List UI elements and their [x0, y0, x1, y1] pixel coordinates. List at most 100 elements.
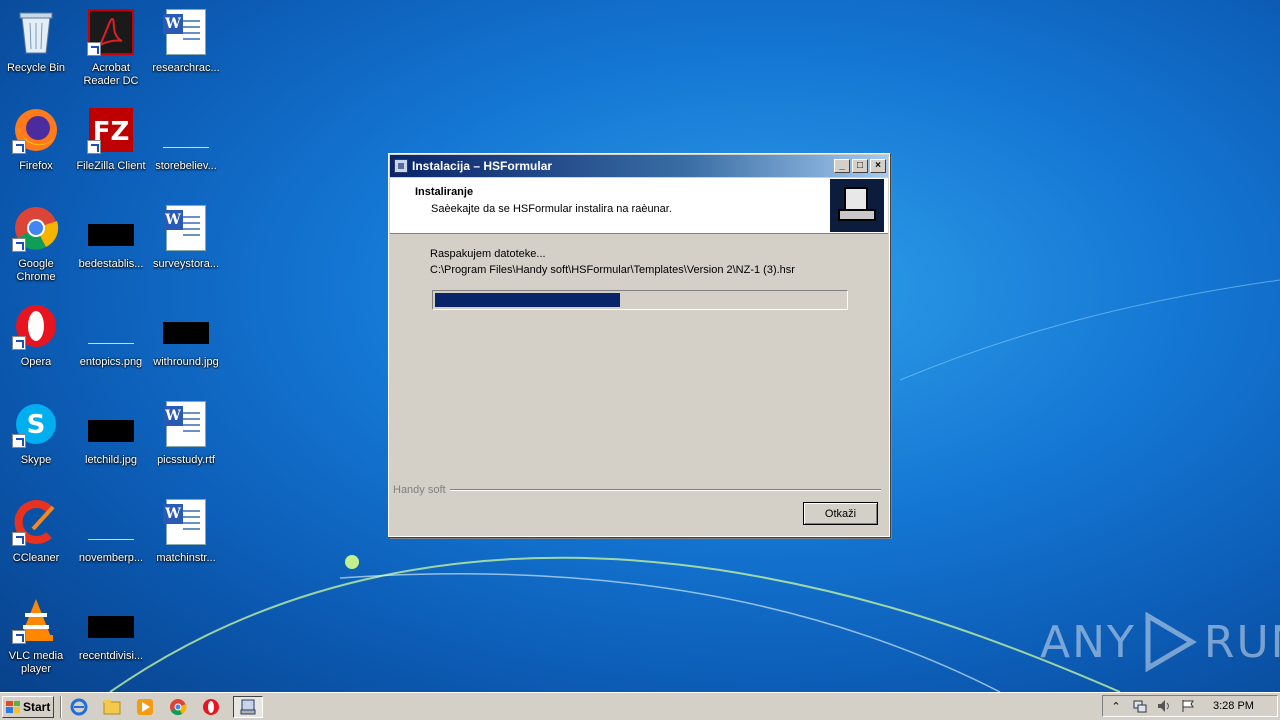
- desktop-icon-filezilla[interactable]: FZ FileZilla Client: [73, 100, 149, 190]
- chrome-icon: [170, 698, 187, 715]
- opera-icon: [203, 698, 219, 715]
- installer-computer-icon: [830, 179, 884, 232]
- shortcut-arrow-icon: [12, 434, 26, 448]
- desktop-icon-label: entopics.png: [79, 356, 143, 368]
- desktop-icon-label: bedestablis...: [78, 258, 144, 270]
- anyrun-watermark: ANY RUN: [1040, 612, 1280, 672]
- desktop-icon-recycle-bin[interactable]: Recycle Bin: [0, 2, 74, 92]
- desktop-icon-label: novemberp...: [78, 552, 144, 564]
- status-text: Raspakujem datoteke...: [430, 248, 546, 260]
- word-doc-icon: W: [162, 400, 210, 448]
- image-thumb-icon: [87, 400, 135, 448]
- quicklaunch-ie[interactable]: [68, 696, 90, 718]
- skype-icon: S: [12, 400, 60, 448]
- desktop-icon-novemberp[interactable]: novemberp...: [73, 492, 149, 582]
- desktop-icon-firefox[interactable]: Firefox: [0, 100, 74, 190]
- shortcut-arrow-icon: [87, 140, 101, 154]
- quicklaunch-explorer[interactable]: [101, 696, 123, 718]
- ie-icon: [70, 698, 88, 715]
- system-tray: ⌃ 3:28 PM: [1102, 695, 1278, 717]
- dialog-titlebar[interactable]: Instalacija – HSFormular _ □ ×: [390, 155, 888, 177]
- desktop-icon-storebeliev[interactable]: storebeliev...: [148, 100, 224, 190]
- image-thumb-icon: [162, 302, 210, 350]
- installer-app-icon: [394, 159, 408, 173]
- desktop-icon-bedestablis[interactable]: bedestablis...: [73, 198, 149, 288]
- desktop-icon-label: withround.jpg: [153, 356, 219, 368]
- chrome-icon: [12, 204, 60, 252]
- shortcut-arrow-icon: [12, 532, 26, 546]
- watermark-right: RUN: [1203, 616, 1280, 668]
- installer-app-icon: [240, 699, 256, 714]
- dialog-header: Instaliranje Saèekajte da se HSFormular …: [390, 178, 888, 234]
- desktop-icon-recentdivisi[interactable]: recentdivisi...: [73, 590, 149, 680]
- desktop-icon-entopics[interactable]: entopics.png: [73, 296, 149, 386]
- chevron-up-icon[interactable]: ⌃: [1109, 699, 1123, 713]
- desktop-icon-chrome[interactable]: Google Chrome: [0, 198, 74, 288]
- quicklaunch-chrome[interactable]: [167, 696, 189, 718]
- desktop-icon-label: CCleaner: [12, 552, 60, 564]
- vlc-icon: [12, 596, 60, 644]
- shortcut-arrow-icon: [12, 238, 26, 252]
- desktop-icon-skype[interactable]: S Skype: [0, 394, 74, 484]
- filezilla-icon: FZ: [87, 106, 135, 154]
- action-center-flag-icon[interactable]: [1181, 699, 1195, 713]
- desktop-icon-label: Opera: [20, 356, 52, 368]
- close-button[interactable]: ×: [870, 159, 886, 173]
- play-icon: [1145, 612, 1197, 672]
- desktop-icon-surveystora[interactable]: W surveystora...: [148, 198, 224, 288]
- desktop-icon-label: VLC media player: [8, 650, 64, 675]
- desktop-icon-label: surveystora...: [152, 258, 220, 270]
- installer-dialog: Instalacija – HSFormular _ □ × Instalira…: [388, 153, 890, 537]
- taskbar-installer-task[interactable]: [233, 695, 263, 718]
- image-thumb-icon: [87, 204, 135, 252]
- desktop-icon-researchrac[interactable]: W researchrac...: [148, 2, 224, 92]
- brand-separator: Handy soft: [393, 484, 881, 496]
- word-doc-icon: W: [162, 8, 210, 56]
- desktop-icon-label: Recycle Bin: [6, 62, 66, 74]
- desktop-icon-ccleaner[interactable]: CCleaner: [0, 492, 74, 582]
- desktop-icon-label: FileZilla Client: [76, 160, 146, 172]
- desktop-icon-label: recentdivisi...: [78, 650, 144, 662]
- cancel-button[interactable]: Otkaži: [803, 502, 878, 525]
- minimize-button[interactable]: _: [834, 159, 850, 173]
- watermark-left: ANY: [1040, 616, 1136, 668]
- start-label: Start: [23, 699, 51, 714]
- dialog-title: Instalacija – HSFormular: [412, 159, 553, 173]
- desktop-icon-opera[interactable]: Opera: [0, 296, 74, 386]
- media-player-icon: [137, 698, 153, 715]
- word-doc-icon: W: [162, 204, 210, 252]
- header-title: Instaliranje: [415, 186, 474, 198]
- windows-flag-icon: [6, 700, 20, 713]
- shortcut-arrow-icon: [12, 140, 26, 154]
- taskbar: Start ⌃ 3:28 PM: [0, 692, 1280, 720]
- desktop-icon-withround[interactable]: withround.jpg: [148, 296, 224, 386]
- opera-icon: [12, 302, 60, 350]
- volume-icon[interactable]: [1157, 699, 1171, 713]
- desktop-icon-picsstudy[interactable]: W picsstudy.rtf: [148, 394, 224, 484]
- desktop-icon-label: letchild.jpg: [85, 454, 137, 466]
- taskbar-clock[interactable]: 3:28 PM: [1213, 700, 1254, 712]
- maximize-button[interactable]: □: [852, 159, 868, 173]
- start-button[interactable]: Start: [2, 695, 54, 718]
- header-subtitle: Saèekajte da se HSFormular instalira na …: [431, 203, 672, 215]
- current-file-path: C:\Program Files\Handy soft\HSFormular\T…: [430, 264, 795, 276]
- image-thumb-icon: [87, 596, 135, 644]
- desktop-icon-label: picsstudy.rtf: [157, 454, 215, 466]
- svg-text:S: S: [27, 410, 46, 440]
- quicklaunch-media-player[interactable]: [134, 696, 156, 718]
- word-doc-icon: W: [162, 498, 210, 546]
- desktop-icon-label: Skype: [20, 454, 52, 466]
- desktop-icon-vlc[interactable]: VLC media player: [0, 590, 74, 680]
- dialog-content: Raspakujem datoteke... C:\Program Files\…: [430, 248, 795, 280]
- recycle-bin-icon: [12, 8, 60, 56]
- blank-file-icon: [162, 106, 210, 154]
- desktop-icon-letchild[interactable]: letchild.jpg: [73, 394, 149, 484]
- desktop-icon-label: Acrobat Reader DC: [83, 62, 139, 87]
- quicklaunch-opera[interactable]: [200, 696, 222, 718]
- desktop-icon-acrobat[interactable]: Acrobat Reader DC: [73, 2, 149, 92]
- desktop-icon-label: storebeliev...: [155, 160, 217, 172]
- desktop-icon-matchinstr[interactable]: W matchinstr...: [148, 492, 224, 582]
- ccleaner-icon: [12, 498, 60, 546]
- network-icon[interactable]: [1133, 699, 1147, 713]
- shortcut-arrow-icon: [87, 42, 101, 56]
